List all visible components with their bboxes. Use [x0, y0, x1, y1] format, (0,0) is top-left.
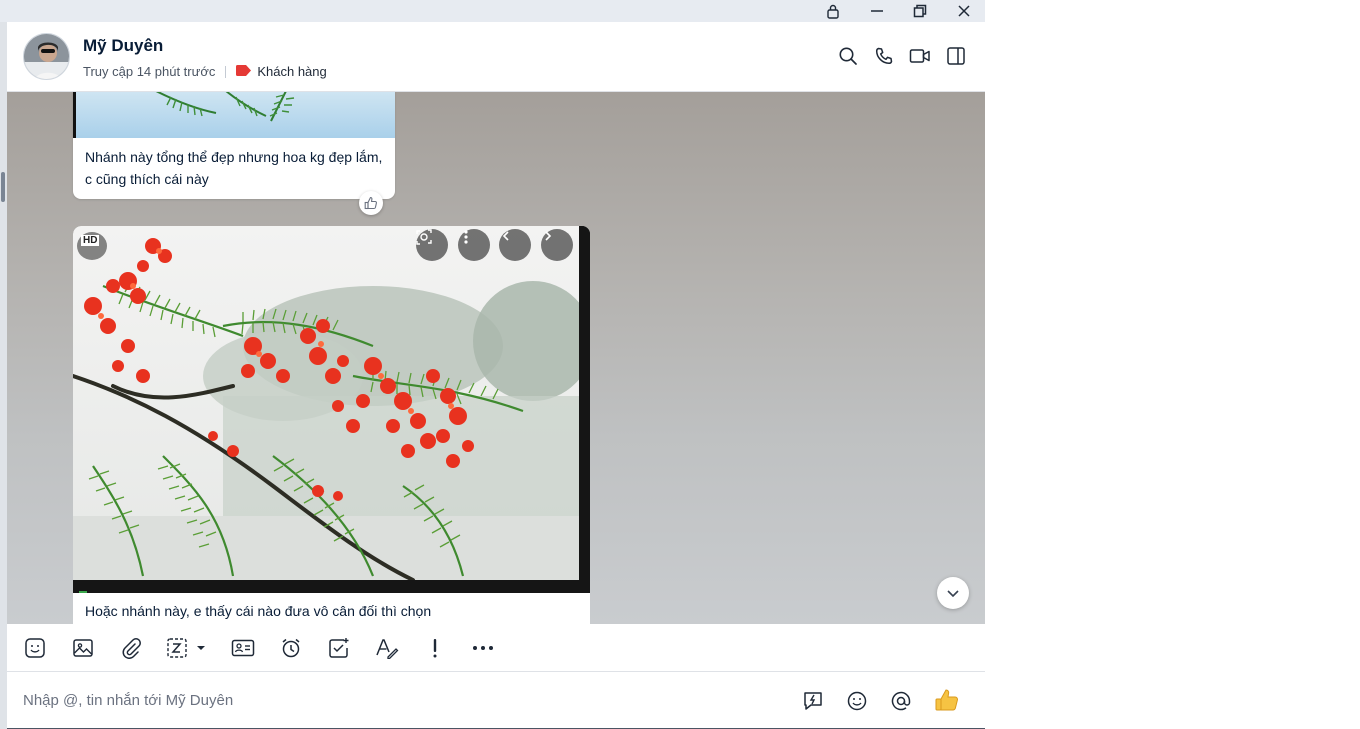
- video-icon[interactable]: [909, 44, 931, 68]
- message-list[interactable]: Nhánh này tổng thể đẹp nhưng hoa kg đẹp …: [7, 92, 985, 624]
- message-bubble[interactable]: Nhánh này tổng thể đẹp nhưng hoa kg đẹp …: [73, 92, 395, 199]
- message-bubble[interactable]: HD Hoặc nhánh này, e thấy cái nào đưa vô…: [73, 226, 590, 624]
- chat-window: Mỹ Duyên Truy cập 14 phút trước Khách hà…: [0, 0, 985, 729]
- attach-icon[interactable]: [117, 634, 145, 662]
- minimize-icon[interactable]: [857, 0, 897, 22]
- more-icon[interactable]: [469, 634, 497, 662]
- composer-toolbar: [7, 624, 985, 672]
- urgent-icon[interactable]: [421, 634, 449, 662]
- mention-icon[interactable]: [888, 688, 914, 714]
- left-panel-edge: [0, 22, 7, 729]
- contact-status-line: Truy cập 14 phút trước Khách hàng: [83, 64, 327, 79]
- format-icon[interactable]: [373, 634, 401, 662]
- quick-message-icon[interactable]: [800, 688, 826, 714]
- search-icon[interactable]: [837, 44, 859, 68]
- thumbs-up-icon[interactable]: [359, 191, 383, 215]
- contact-name[interactable]: Mỹ Duyên: [83, 36, 163, 56]
- message-image[interactable]: HD: [73, 226, 590, 593]
- message-image[interactable]: [73, 92, 395, 138]
- last-seen-text: Truy cập 14 phút trước: [83, 64, 216, 79]
- chevron-right-icon[interactable]: [541, 229, 573, 261]
- restore-icon[interactable]: [900, 0, 940, 22]
- emoji-icon[interactable]: [844, 688, 870, 714]
- thumbs-up-send-icon[interactable]: [934, 688, 960, 714]
- tag-icon: [236, 64, 252, 79]
- message-input[interactable]: Nhập @, tin nhắn tới Mỹ Duyên: [23, 692, 233, 709]
- header-actions: [837, 44, 967, 68]
- image-icon[interactable]: [69, 634, 97, 662]
- lock-icon[interactable]: [813, 0, 853, 22]
- message-composer[interactable]: Nhập @, tin nhắn tới Mỹ Duyên: [7, 672, 985, 729]
- contact-label[interactable]: Khách hàng: [257, 64, 326, 79]
- reminder-icon[interactable]: [277, 634, 305, 662]
- avatar[interactable]: [23, 33, 70, 80]
- screenshot-icon[interactable]: [165, 634, 211, 662]
- message-text: Nhánh này tổng thể đẹp nhưng hoa kg đẹp …: [85, 149, 383, 187]
- sticker-icon[interactable]: [21, 634, 49, 662]
- more-vertical-icon[interactable]: [458, 229, 490, 261]
- chat-header: Mỹ Duyên Truy cập 14 phút trước Khách hà…: [7, 22, 985, 92]
- scroll-down-button[interactable]: [937, 577, 969, 609]
- divider: [225, 65, 227, 78]
- close-icon[interactable]: [944, 0, 984, 22]
- sidebar-toggle-icon[interactable]: [945, 44, 967, 68]
- scan-icon[interactable]: [416, 229, 448, 261]
- hd-badge: HD: [77, 232, 107, 260]
- chevron-down-icon: [947, 590, 959, 598]
- task-icon[interactable]: [325, 634, 353, 662]
- title-bar: [0, 0, 985, 22]
- chevron-left-icon[interactable]: [499, 229, 531, 261]
- phone-icon[interactable]: [873, 44, 895, 68]
- message-text: Hoặc nhánh này, e thấy cái nào đưa vô câ…: [85, 603, 432, 619]
- contact-card-icon[interactable]: [229, 634, 257, 662]
